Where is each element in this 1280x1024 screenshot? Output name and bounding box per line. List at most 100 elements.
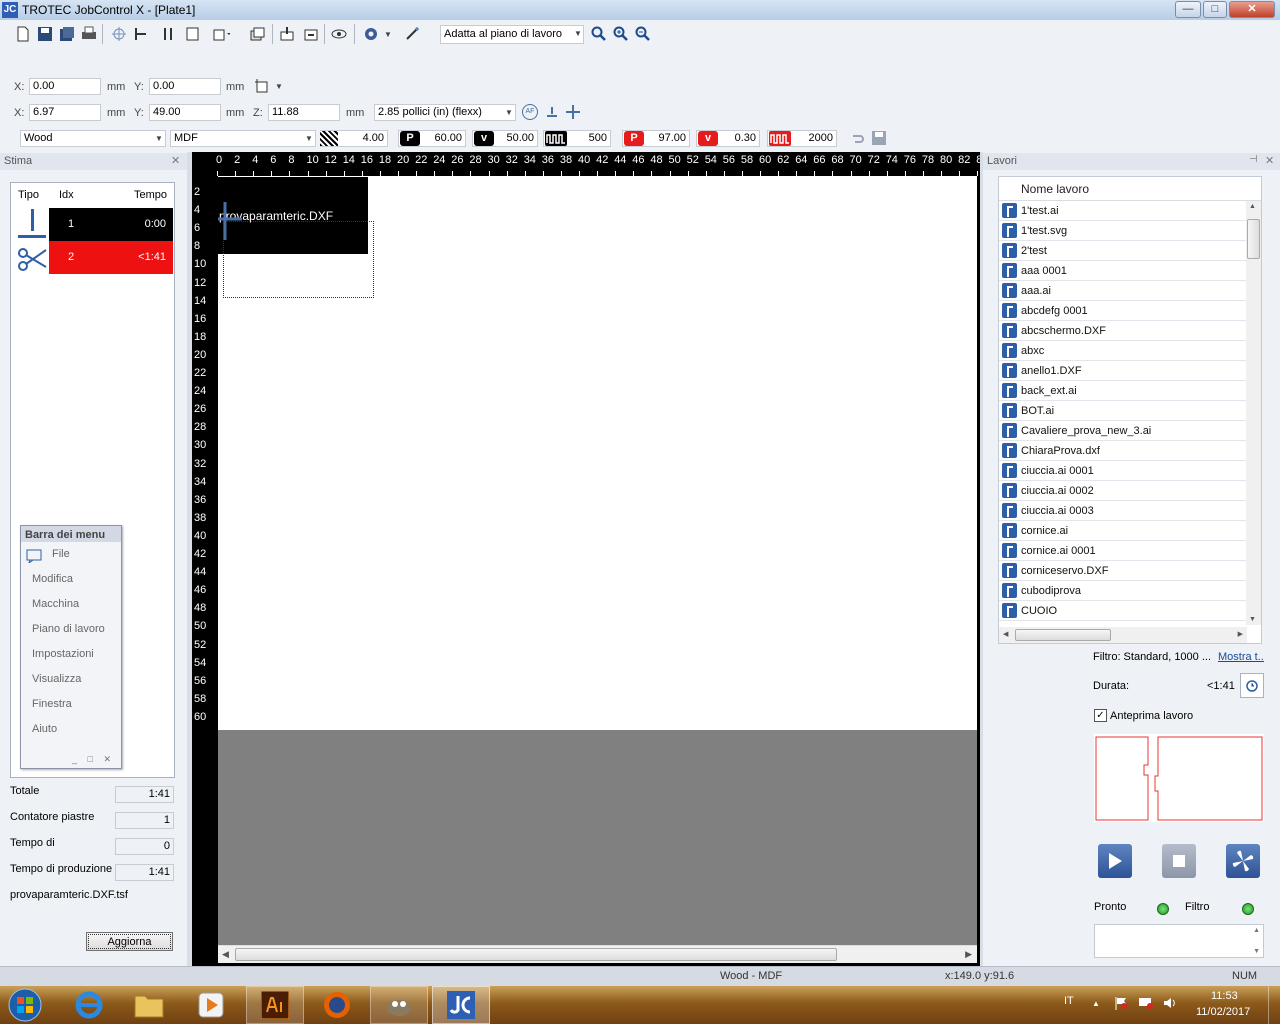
- layers-icon[interactable]: [248, 25, 266, 43]
- list-item[interactable]: cubodiprova: [999, 581, 1247, 601]
- minimize-button[interactable]: —: [1175, 1, 1201, 18]
- taskbar-explorer[interactable]: [120, 986, 178, 1024]
- arrow-down-icon[interactable]: ▼: [1253, 948, 1260, 955]
- mostra-link[interactable]: Mostra t...: [1218, 651, 1264, 663]
- arrow-right-icon[interactable]: ▶: [965, 949, 972, 960]
- add-job-icon[interactable]: [212, 25, 230, 43]
- zoom-icon[interactable]: [590, 25, 608, 43]
- list-item[interactable]: Cavaliere_prova_new_3.ai: [999, 421, 1247, 441]
- arrow-right-icon[interactable]: ▶: [1238, 630, 1243, 638]
- list-item[interactable]: CUOIO: [999, 601, 1247, 621]
- menu-visualizza[interactable]: Visualizza: [21, 667, 121, 692]
- job-origin-marker[interactable]: [218, 200, 244, 240]
- save-material-icon[interactable]: [870, 129, 888, 147]
- zoom-in-icon[interactable]: [612, 25, 630, 43]
- menu-impostazioni[interactable]: Impostazioni: [21, 642, 121, 667]
- taskbar-gimp[interactable]: [370, 986, 428, 1024]
- list-item[interactable]: anello1.DXF: [999, 361, 1247, 381]
- size-z-field[interactable]: 11.88: [268, 104, 340, 121]
- material-type-select[interactable]: MDF: [170, 130, 316, 147]
- laser-wand-icon[interactable]: [404, 25, 422, 43]
- measure-icon[interactable]: [160, 25, 178, 43]
- size-y-field[interactable]: 49.00: [149, 104, 221, 121]
- arrow-left-icon[interactable]: ◀: [1003, 630, 1008, 638]
- menu-modifica[interactable]: Modifica: [21, 567, 121, 592]
- arrow-up-icon[interactable]: ▲: [1253, 927, 1260, 934]
- xyz-icon[interactable]: [564, 103, 582, 121]
- print-icon[interactable]: [80, 25, 98, 43]
- menu-finestra[interactable]: Finestra: [21, 692, 121, 717]
- panel-window-controls[interactable]: _ □ ✕: [72, 754, 115, 765]
- language-indicator[interactable]: IT: [1064, 995, 1074, 1007]
- import-icon[interactable]: [278, 25, 296, 43]
- list-item[interactable]: corniceservo.DXF: [999, 561, 1247, 581]
- maximize-button[interactable]: □: [1203, 1, 1227, 18]
- arrow-up-icon[interactable]: ▲: [1249, 203, 1256, 210]
- crosshair-icon[interactable]: [110, 25, 128, 43]
- taskbar-firefox[interactable]: [308, 986, 366, 1024]
- list-item[interactable]: BOT.ai: [999, 401, 1247, 421]
- network-icon[interactable]: [1138, 996, 1154, 1010]
- menu-piano-di-lavoro[interactable]: Piano di lavoro: [21, 617, 121, 642]
- arrow-down-icon[interactable]: ▼: [1249, 616, 1256, 623]
- zoom-select[interactable]: Adatta al piano di lavoro: [440, 25, 584, 44]
- aggiorna-button[interactable]: Aggiorna: [86, 932, 173, 951]
- taskbar-media[interactable]: [182, 986, 240, 1024]
- list-item[interactable]: ciuccia.ai 0002: [999, 481, 1247, 501]
- list-item[interactable]: back_ext.ai: [999, 381, 1247, 401]
- undo-icon[interactable]: [848, 129, 866, 147]
- list-item[interactable]: cornice.ai 0001: [999, 541, 1247, 561]
- list-item[interactable]: cornice.ai: [999, 521, 1247, 541]
- list-item[interactable]: 1'test.ai: [999, 201, 1247, 221]
- origin-icon[interactable]: [254, 77, 272, 95]
- pos-y-field[interactable]: 0.00: [149, 78, 221, 95]
- arrow-left-icon[interactable]: ◀: [222, 949, 229, 960]
- list-item[interactable]: abcschermo.DXF: [999, 321, 1247, 341]
- report-icon[interactable]: [184, 25, 202, 43]
- height-select[interactable]: 2.85 pollici (in) (flexx): [374, 104, 516, 121]
- start-button[interactable]: [4, 986, 46, 1024]
- job-v-scrollbar[interactable]: ▲ ▼: [1246, 201, 1261, 625]
- list-item[interactable]: ciuccia.ai 0003: [999, 501, 1247, 521]
- save-all-icon[interactable]: [58, 25, 76, 43]
- play-button[interactable]: [1098, 844, 1132, 878]
- scroll-thumb[interactable]: [1247, 219, 1260, 259]
- material-select[interactable]: Wood: [20, 130, 166, 147]
- list-item[interactable]: ChiaraProva.dxf: [999, 441, 1247, 461]
- chevron-down-icon[interactable]: ▼: [574, 29, 582, 38]
- taskbar-ie[interactable]: [60, 986, 118, 1024]
- table-row[interactable]: 1 0:00: [49, 208, 173, 241]
- job-h-scrollbar[interactable]: ◀ ▶: [999, 627, 1247, 643]
- zoom-out-icon[interactable]: [634, 25, 652, 43]
- canvas-h-scrollbar[interactable]: ◀ ▶: [218, 945, 977, 963]
- list-item[interactable]: aaa.ai: [999, 281, 1247, 301]
- chevron-down-icon[interactable]: ▼: [505, 108, 513, 117]
- scroll-thumb[interactable]: [1015, 629, 1111, 641]
- size-x-field[interactable]: 6.97: [29, 104, 101, 121]
- preview-eye-icon[interactable]: [330, 25, 348, 43]
- settings-gear-icon[interactable]: [362, 25, 380, 43]
- show-desktop-button[interactable]: [1268, 986, 1280, 1024]
- list-item[interactable]: 2'test: [999, 241, 1247, 261]
- close-button[interactable]: ✕: [1229, 1, 1275, 18]
- taskbar-jobcontrol[interactable]: [432, 986, 490, 1024]
- clock-time[interactable]: 11:53: [1211, 990, 1238, 1002]
- stop-button[interactable]: [1162, 844, 1196, 878]
- pos-x-field[interactable]: 0.00: [29, 78, 101, 95]
- menu-aiuto[interactable]: Aiuto: [21, 717, 121, 742]
- flag-icon[interactable]: [1114, 996, 1128, 1010]
- new-file-icon[interactable]: [14, 25, 32, 43]
- table-row[interactable]: 2 <1:41: [49, 241, 173, 274]
- scroll-thumb[interactable]: [235, 948, 837, 961]
- list-item[interactable]: ciuccia.ai 0001: [999, 461, 1247, 481]
- close-icon[interactable]: ✕: [1265, 154, 1274, 167]
- clock-date[interactable]: 11/02/2017: [1196, 1006, 1250, 1018]
- refresh-timer-button[interactable]: [1240, 673, 1264, 698]
- speaker-icon[interactable]: [1162, 996, 1178, 1010]
- align-icon[interactable]: [132, 25, 150, 43]
- anteprima-checkbox[interactable]: ✓: [1094, 709, 1107, 722]
- tray-expand-icon[interactable]: ▲: [1092, 999, 1100, 1008]
- measure-z-icon[interactable]: [543, 103, 561, 121]
- list-item[interactable]: aaa 0001: [999, 261, 1247, 281]
- close-icon[interactable]: ✕: [171, 154, 180, 167]
